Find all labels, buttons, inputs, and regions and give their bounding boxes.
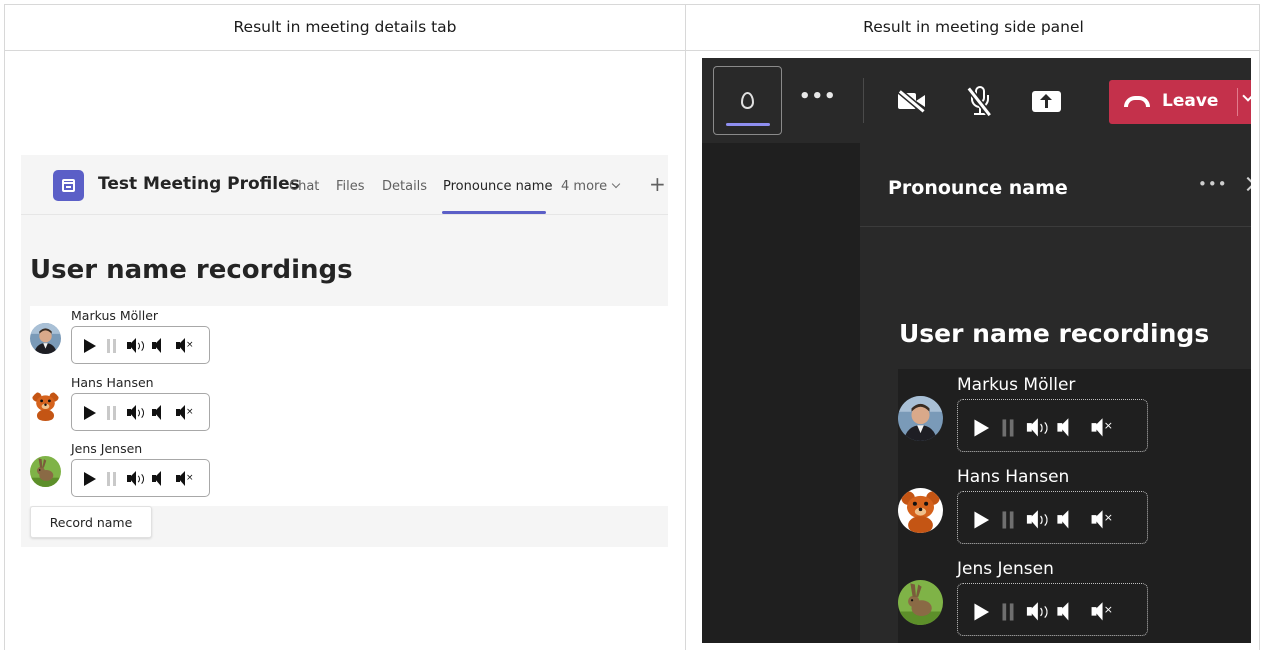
avatar-man [30, 323, 61, 354]
leave-button[interactable]: Leave [1109, 80, 1251, 124]
close-panel-icon[interactable] [1240, 176, 1251, 192]
tab-chat[interactable]: Chat [289, 179, 319, 194]
pause-icon[interactable] [999, 417, 1021, 439]
share-screen-icon[interactable] [1032, 91, 1061, 112]
meeting-side-panel-screenshot: ••• Leave Pronounce name ••• User name r… [702, 58, 1251, 643]
meeting-title: Test Meeting Profiles [98, 174, 300, 194]
mute-icon[interactable]: × [1091, 417, 1114, 439]
pause-icon[interactable] [104, 404, 122, 422]
app-icon [741, 92, 754, 109]
user-name: Markus Möller [71, 308, 159, 323]
pause-icon[interactable] [104, 470, 122, 488]
volume-up-icon[interactable] [1026, 417, 1049, 439]
volume-down-icon[interactable] [1057, 509, 1079, 531]
toolbar-divider [863, 78, 864, 123]
list-item: Jens Jensen × [898, 553, 1198, 643]
volume-up-icon[interactable] [127, 470, 145, 488]
list-item: Markus Möller × [30, 308, 330, 374]
list-item: Markus Möller × [898, 369, 1198, 461]
play-icon[interactable] [82, 337, 100, 355]
tab-details[interactable]: Details [382, 179, 427, 194]
recordings-list: Markus Möller × Hans Hansen × Jens Jense… [898, 369, 1251, 643]
right-column-header: Result in meeting side panel [863, 18, 1084, 36]
pause-icon[interactable] [104, 337, 122, 355]
play-icon[interactable] [972, 601, 994, 623]
calendar-icon [53, 170, 84, 201]
mute-icon[interactable]: × [1091, 601, 1114, 623]
volume-up-icon[interactable] [1026, 601, 1049, 623]
pause-icon[interactable] [999, 601, 1021, 623]
pause-icon[interactable] [999, 509, 1021, 531]
audio-player[interactable]: × [71, 326, 210, 364]
audio-player[interactable]: × [71, 459, 210, 497]
side-panel-title: Pronounce name [888, 177, 1068, 199]
play-icon[interactable] [972, 417, 994, 439]
volume-down-icon[interactable] [1057, 601, 1079, 623]
play-icon[interactable] [82, 404, 100, 422]
avatar-hare [30, 456, 61, 487]
volume-down-icon[interactable] [1057, 417, 1079, 439]
column-divider [685, 5, 686, 650]
mute-icon[interactable]: × [176, 337, 194, 355]
chevron-down-icon[interactable] [1242, 90, 1251, 102]
recordings-list: Markus Möller × Hans Hansen × Jens Jense… [30, 306, 668, 506]
add-tab-icon[interactable]: + [649, 172, 666, 196]
volume-up-icon[interactable] [1026, 509, 1049, 531]
tab-bar: Test Meeting Profiles Chat Files Details… [21, 155, 668, 215]
volume-up-icon[interactable] [127, 404, 145, 422]
user-name: Jens Jensen [957, 559, 1054, 579]
audio-player[interactable]: × [71, 393, 210, 431]
play-icon[interactable] [82, 470, 100, 488]
mute-icon[interactable]: × [176, 470, 194, 488]
user-name: Markus Möller [957, 375, 1076, 395]
list-item: Hans Hansen × [898, 461, 1198, 553]
record-name-button[interactable]: Record name [30, 506, 152, 538]
phone-hangup-icon [1124, 96, 1150, 107]
volume-down-icon[interactable] [152, 404, 170, 422]
mute-icon[interactable]: × [176, 404, 194, 422]
tab-more[interactable]: 4 more [561, 179, 621, 194]
list-item: Jens Jensen × [30, 441, 330, 507]
app-button[interactable] [713, 66, 782, 135]
page-heading: User name recordings [30, 255, 353, 285]
chevron-down-icon [611, 179, 621, 189]
user-name: Hans Hansen [957, 467, 1070, 487]
more-options-icon[interactable]: ••• [1198, 175, 1228, 193]
avatar-man [898, 396, 943, 441]
meeting-toolbar: ••• Leave [702, 58, 1251, 143]
audio-player[interactable]: × [957, 583, 1148, 636]
header-divider [5, 50, 1259, 51]
volume-down-icon[interactable] [152, 470, 170, 488]
active-tab-indicator [442, 211, 546, 214]
volume-down-icon[interactable] [152, 337, 170, 355]
list-item: Hans Hansen × [30, 375, 330, 441]
user-name: Hans Hansen [71, 375, 154, 390]
play-icon[interactable] [972, 509, 994, 531]
left-column-header: Result in meeting details tab [233, 18, 457, 36]
audio-player[interactable]: × [957, 491, 1148, 544]
meeting-details-tab-screenshot: Test Meeting Profiles Chat Files Details… [21, 155, 668, 547]
camera-off-icon[interactable] [898, 90, 928, 113]
side-panel-header: Pronounce name ••• [860, 143, 1251, 227]
avatar-teddy-bear [30, 390, 61, 421]
avatar-teddy-bear [898, 488, 943, 533]
more-actions-icon[interactable]: ••• [799, 86, 837, 107]
mute-icon[interactable]: × [1091, 509, 1114, 531]
mic-off-icon[interactable] [968, 86, 994, 116]
tab-pronounce-name[interactable]: Pronounce name [443, 179, 552, 194]
avatar-hare [898, 580, 943, 625]
active-app-indicator [726, 123, 770, 126]
tab-more-label: 4 more [561, 179, 608, 194]
leave-label: Leave [1162, 91, 1219, 111]
volume-up-icon[interactable] [127, 337, 145, 355]
page-heading: User name recordings [899, 319, 1210, 348]
audio-player[interactable]: × [957, 399, 1148, 452]
side-panel: Pronounce name ••• User name recordings … [860, 143, 1251, 643]
user-name: Jens Jensen [71, 441, 143, 456]
leave-divider [1237, 88, 1238, 116]
tab-files[interactable]: Files [336, 179, 365, 194]
